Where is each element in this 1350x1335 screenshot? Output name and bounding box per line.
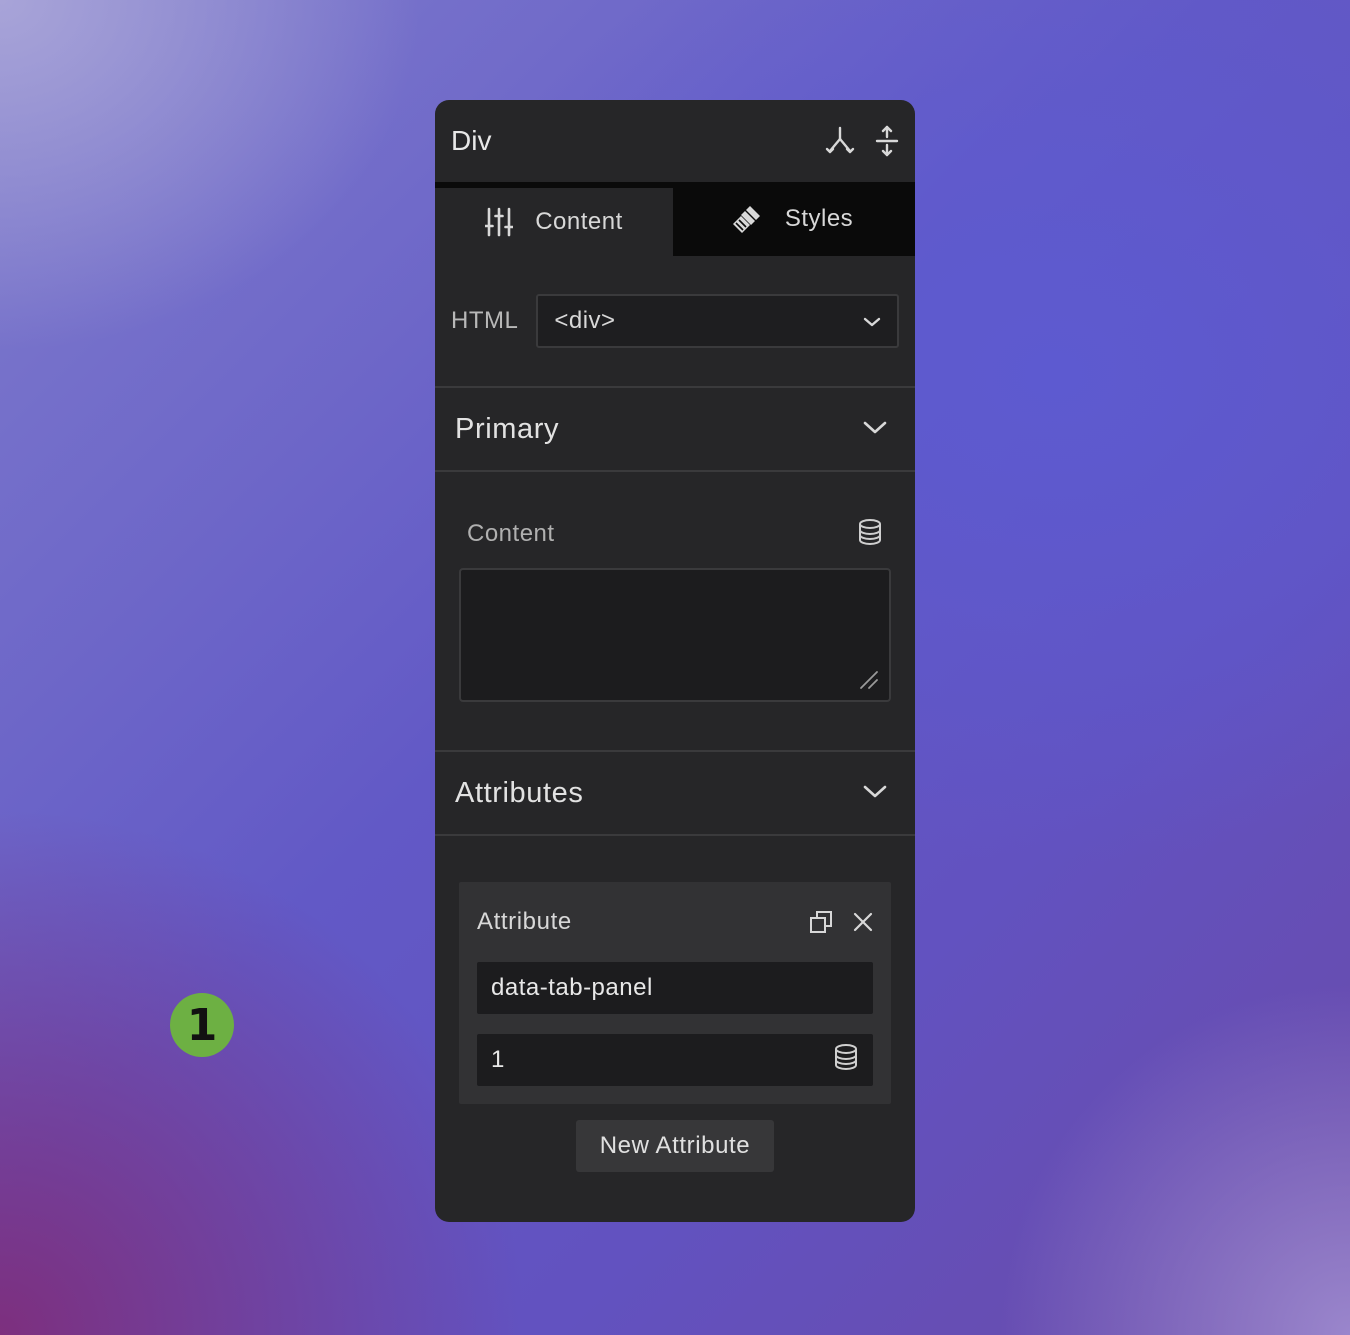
expand-vertical-icon[interactable]: [875, 125, 899, 157]
new-attribute-button[interactable]: New Attribute: [575, 1120, 775, 1172]
attribute-name-value: data-tab-panel: [491, 974, 653, 1001]
tab-styles[interactable]: Styles: [673, 182, 911, 256]
html-tag-value: <div>: [554, 307, 616, 334]
primary-section-body: Content: [435, 472, 915, 752]
attribute-card-title: Attribute: [477, 908, 572, 935]
content-field-header: Content: [459, 512, 891, 556]
tab-content[interactable]: Content: [435, 188, 673, 256]
attributes-section-body: Attribute data-tab-panel 1 New Attribute: [435, 836, 915, 1172]
attribute-value-input[interactable]: 1: [477, 1034, 873, 1086]
sliders-icon: [485, 207, 514, 237]
panel-header: Div: [435, 100, 915, 182]
properties-panel: Div Content Styles HTML <div> Primary Co…: [435, 100, 915, 1222]
attribute-value-text: 1: [491, 1046, 505, 1073]
structure-icon[interactable]: [825, 125, 855, 157]
tab-bar: Content Styles: [435, 182, 915, 256]
html-tag-select[interactable]: <div>: [536, 294, 899, 348]
attributes-section-header[interactable]: Attributes: [435, 752, 915, 836]
attribute-card-actions: [809, 910, 873, 934]
close-icon[interactable]: [853, 912, 873, 932]
duplicate-icon[interactable]: [809, 910, 833, 934]
new-attribute-wrap: New Attribute: [459, 1120, 891, 1172]
attribute-name-input[interactable]: data-tab-panel: [477, 962, 873, 1014]
content-field-label: Content: [467, 520, 555, 547]
panel-title: Div: [451, 125, 492, 156]
tab-styles-label: Styles: [784, 205, 854, 232]
database-icon[interactable]: [857, 518, 883, 551]
chevron-down-icon: [863, 307, 881, 335]
tab-content-label: Content: [535, 208, 623, 235]
attribute-card: Attribute data-tab-panel 1: [459, 882, 891, 1104]
html-tag-label: HTML: [451, 307, 519, 334]
content-textarea[interactable]: [459, 568, 891, 702]
attribute-card-header: Attribute: [477, 882, 873, 962]
chevron-down-icon: [863, 783, 887, 804]
primary-section-header[interactable]: Primary: [435, 388, 915, 472]
step-number-badge: 1: [170, 993, 234, 1057]
attributes-section-title: Attributes: [455, 776, 584, 809]
html-tag-row: HTML <div>: [435, 256, 915, 388]
primary-section-title: Primary: [455, 412, 560, 445]
database-icon[interactable]: [833, 1043, 859, 1078]
chevron-down-icon: [863, 419, 887, 440]
resize-handle-icon[interactable]: [859, 670, 879, 690]
header-actions: [825, 125, 899, 157]
paintbrush-icon: [731, 203, 763, 235]
